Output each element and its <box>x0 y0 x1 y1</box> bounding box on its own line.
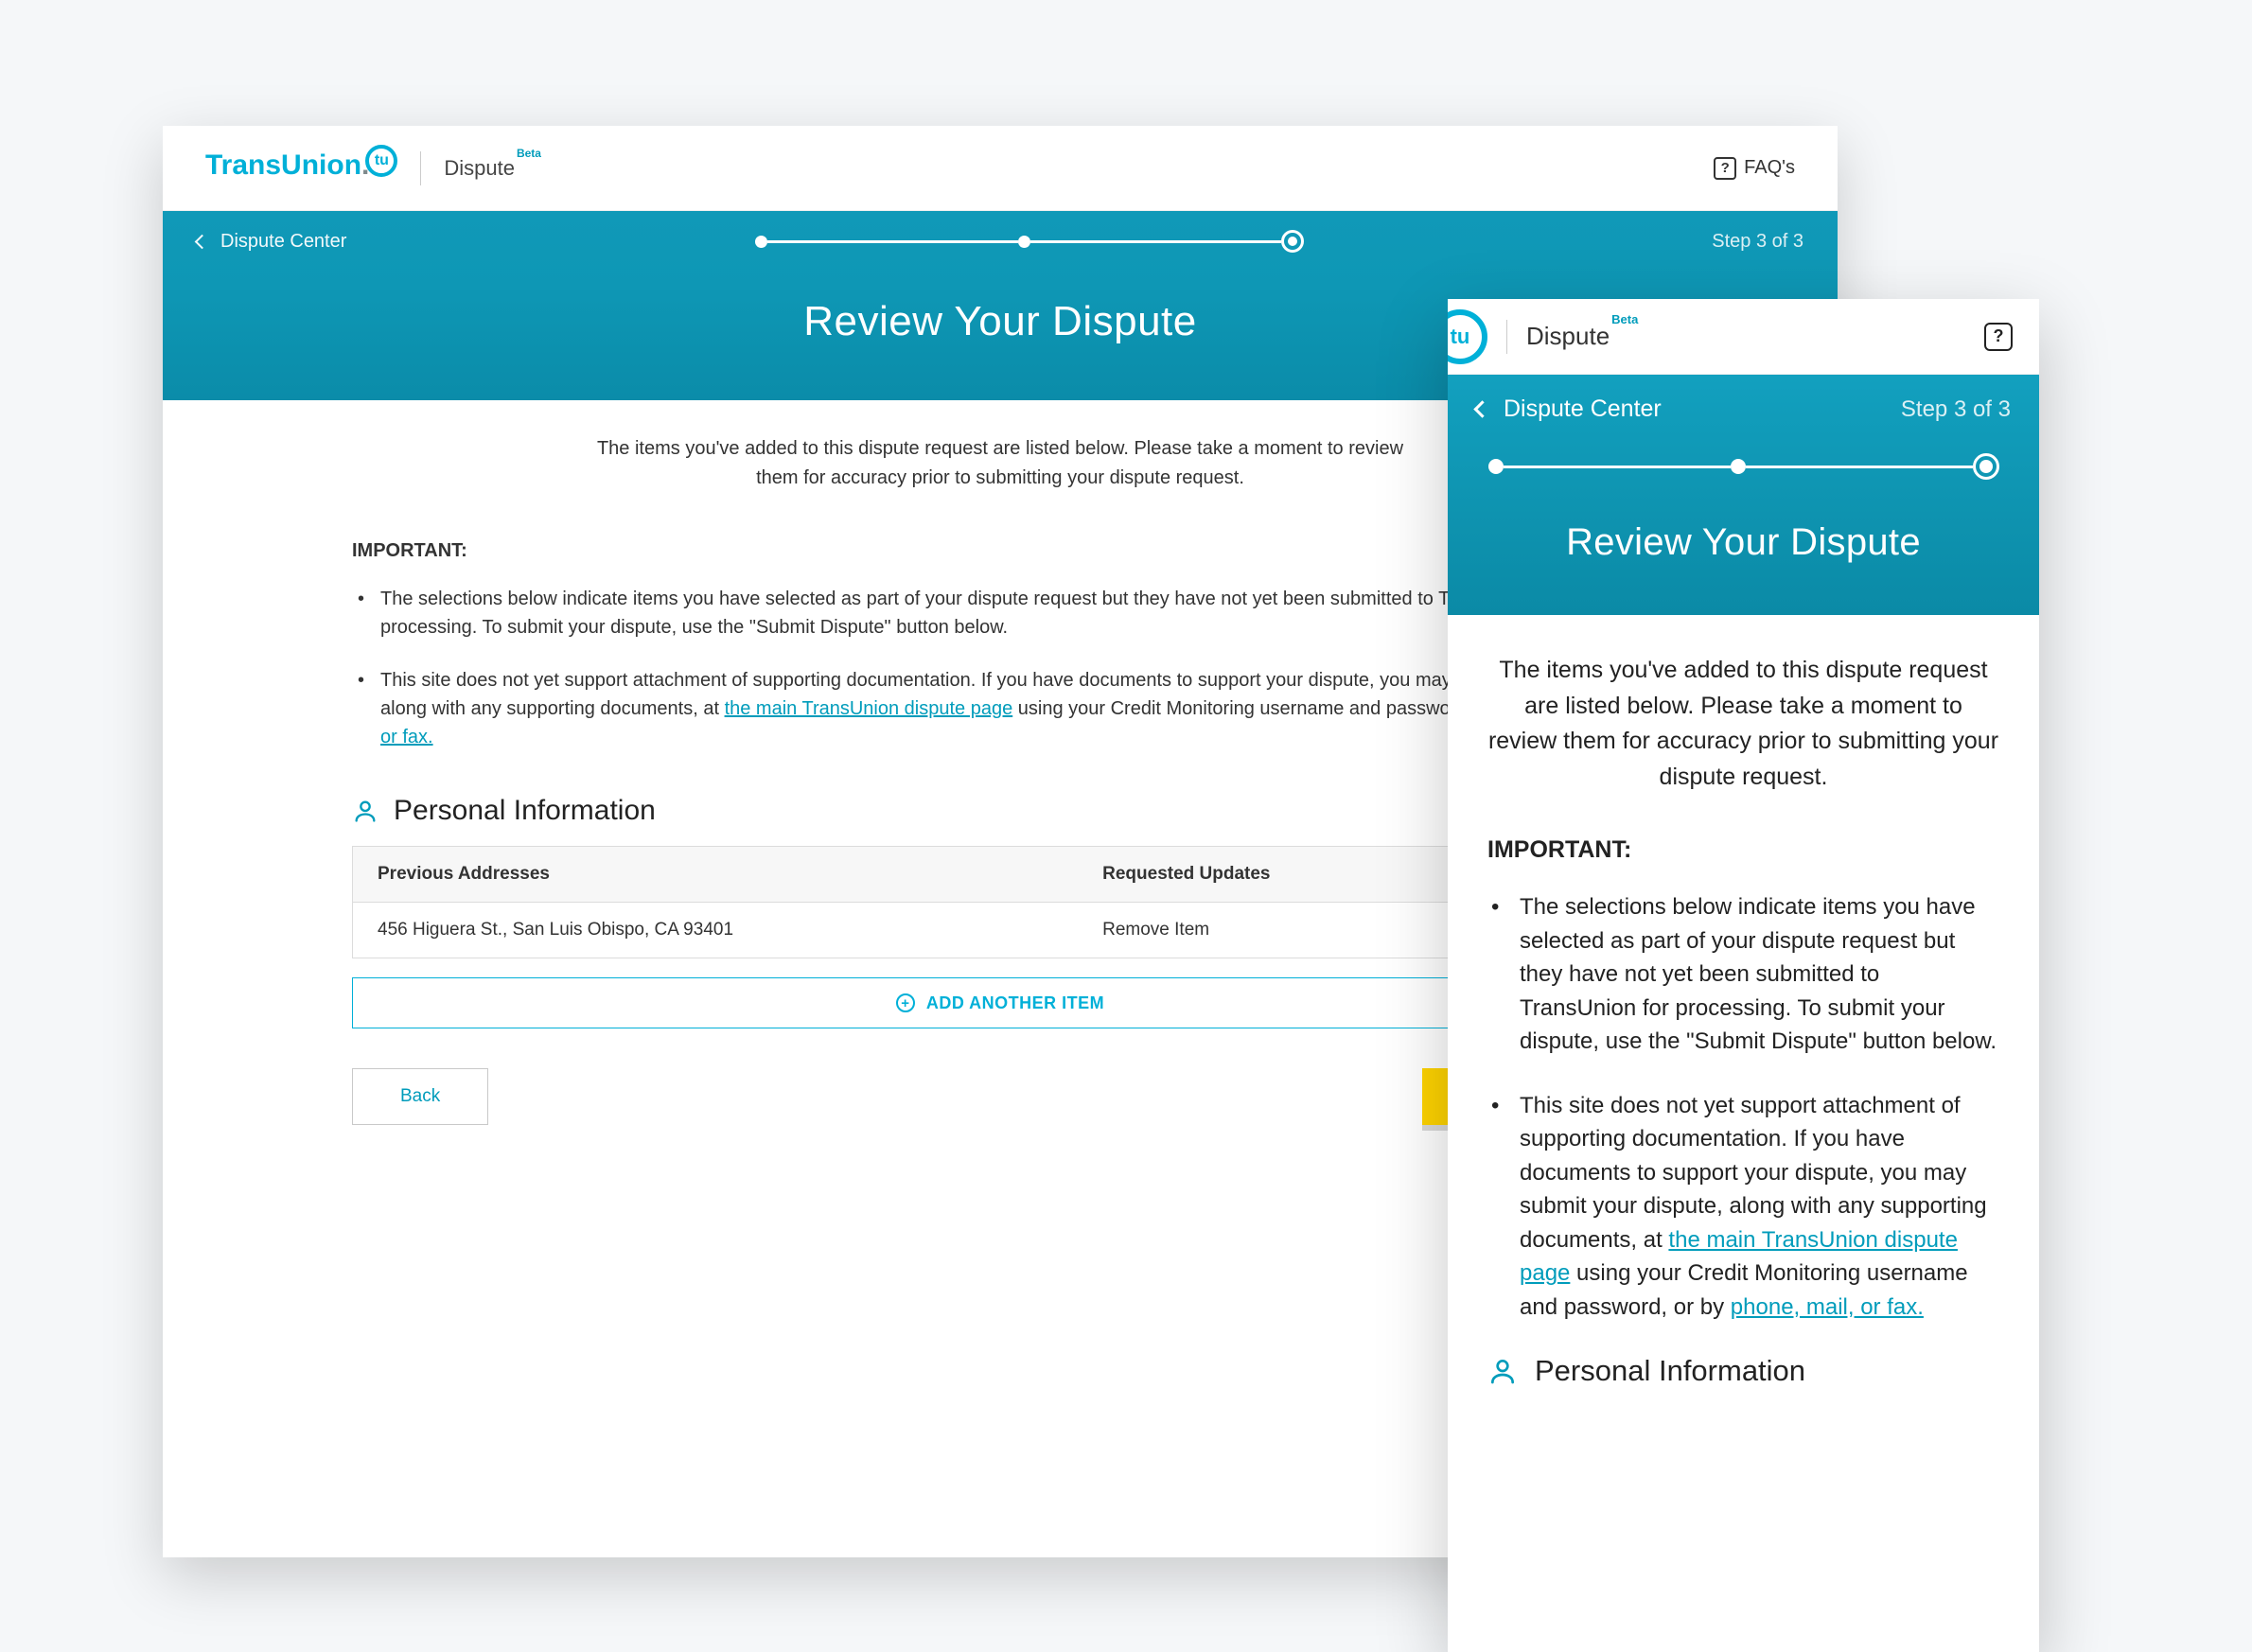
beta-badge: Beta <box>1611 312 1638 326</box>
cell-address: 456 Higuera St., San Luis Obispo, CA 934… <box>353 903 1079 958</box>
chevron-left-icon <box>1473 400 1490 417</box>
important-label: IMPORTANT: <box>1487 836 1999 864</box>
important-bullet-1: The selections below indicate items you … <box>1487 890 1999 1059</box>
breadcrumb-label: Dispute Center <box>1504 395 1662 423</box>
progress-bar <box>755 230 1304 253</box>
mobile-header: tu DisputeBeta ? <box>1448 299 2039 375</box>
progress-step-2 <box>1731 459 1746 474</box>
banner-top-row: Dispute Center Step 3 of 3 <box>197 230 1803 253</box>
mobile-header-left: tu DisputeBeta <box>1474 309 1636 364</box>
progress-step-3-current <box>1973 453 1999 480</box>
tu-circle-icon: tu <box>365 145 397 177</box>
breadcrumb[interactable]: Dispute Center <box>1476 395 1662 423</box>
progress-step-1 <box>755 236 767 248</box>
brand-text-a: Trans <box>205 149 281 182</box>
personal-info-title: Personal Information <box>1535 1354 1805 1388</box>
important-list: The selections below indicate items you … <box>1487 890 1999 1324</box>
breadcrumb[interactable]: Dispute Center <box>197 231 346 253</box>
progress-bar <box>1476 453 2011 480</box>
product-label: Dispute <box>1526 322 1610 350</box>
col-prev-addresses: Previous Addresses <box>353 847 1079 903</box>
help-icon[interactable]: ? <box>1984 323 2013 351</box>
mobile-banner: Dispute Center Step 3 of 3 Review Your D… <box>1448 375 2039 615</box>
mobile-banner-top: Dispute Center Step 3 of 3 <box>1476 395 2011 423</box>
product-name: DisputeBeta <box>1526 322 1636 351</box>
intro-text: The items you've added to this dispute r… <box>574 434 1426 493</box>
person-icon <box>1487 1356 1518 1386</box>
beta-badge: Beta <box>517 147 541 160</box>
progress-step-2 <box>1018 236 1030 248</box>
step-indicator: Step 3 of 3 <box>1712 231 1803 253</box>
chevron-left-icon <box>195 234 210 249</box>
dispute-page-link[interactable]: the main TransUnion dispute page <box>725 698 1013 719</box>
vertical-divider <box>1506 320 1507 354</box>
help-icon: ? <box>1714 157 1736 180</box>
app-header: TransUnion. tu DisputeBeta ? FAQ's <box>163 126 1838 211</box>
vertical-divider <box>420 151 421 185</box>
product-name: DisputeBeta <box>444 156 539 181</box>
breadcrumb-label: Dispute Center <box>220 231 346 253</box>
progress-line <box>1504 466 1731 468</box>
mobile-window: tu DisputeBeta ? Dispute Center Step 3 o… <box>1448 299 2039 1652</box>
personal-info-title: Personal Information <box>394 795 656 827</box>
important-bullet-2: This site does not yet support attachmen… <box>1487 1089 1999 1325</box>
add-button-label: ADD ANOTHER ITEM <box>926 993 1104 1013</box>
page-title: Review Your Dispute <box>1476 521 2011 564</box>
phone-mail-fax-link[interactable]: phone, mail, or fax. <box>1731 1294 1924 1320</box>
mobile-content: The items you've added to this dispute r… <box>1448 615 2039 1388</box>
plus-circle-icon: + <box>896 993 915 1012</box>
progress-line <box>1746 466 1973 468</box>
personal-info-heading: Personal Information <box>1487 1354 1999 1388</box>
intro-text: The items you've added to this dispute r… <box>1487 653 1999 795</box>
brand-logo: TransUnion. tu <box>205 149 397 186</box>
faq-label: FAQ's <box>1744 157 1795 179</box>
person-icon <box>352 798 378 824</box>
progress-step-1 <box>1488 459 1504 474</box>
back-button[interactable]: Back <box>352 1068 488 1125</box>
progress-line <box>1030 240 1281 243</box>
progress-line <box>767 240 1018 243</box>
brand-text-b: Union <box>281 149 361 182</box>
progress-step-3-current <box>1281 230 1304 253</box>
faq-link[interactable]: ? FAQ's <box>1714 157 1795 180</box>
product-label: Dispute <box>444 156 515 180</box>
tu-circle-icon: tu <box>1448 309 1487 364</box>
step-indicator: Step 3 of 3 <box>1901 396 2011 423</box>
header-left: TransUnion. tu DisputeBeta <box>205 149 539 186</box>
